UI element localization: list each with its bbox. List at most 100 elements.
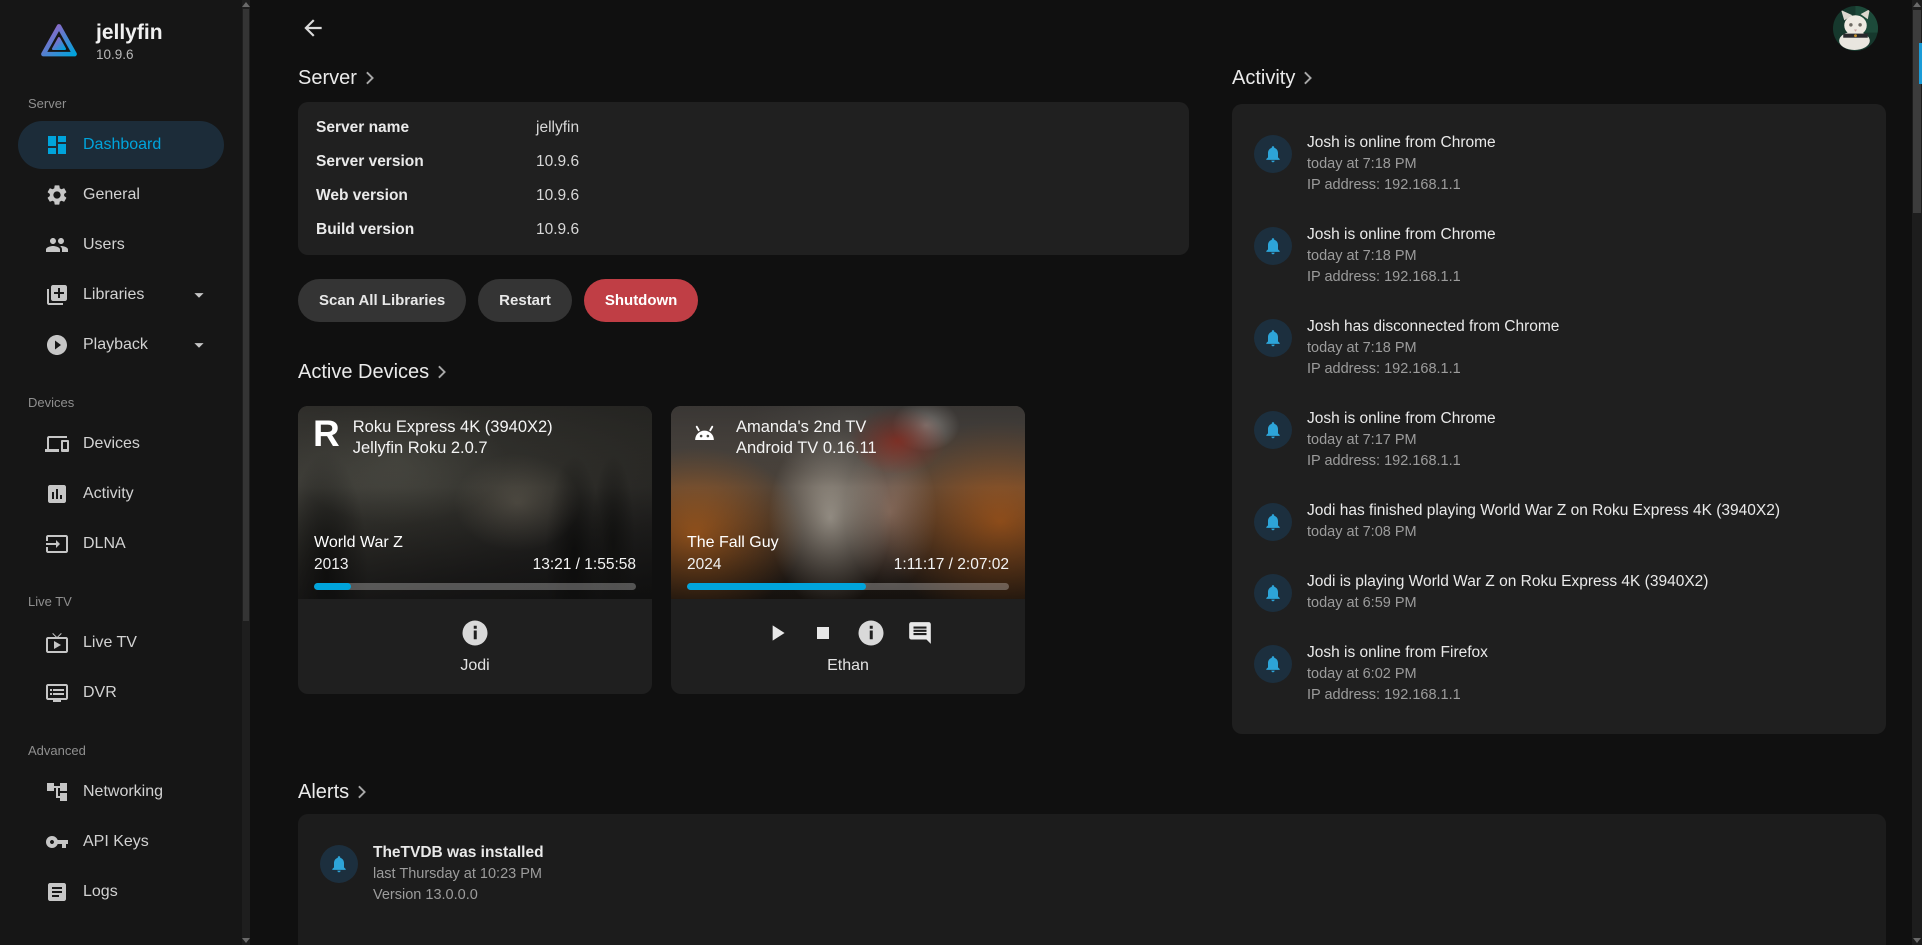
sidebar-item-dlna[interactable]: DLNA xyxy=(18,520,224,568)
sidebar-item-dashboard[interactable]: Dashboard xyxy=(18,121,224,169)
session-user: Ethan xyxy=(827,657,869,675)
sidebar-item-dvr[interactable]: DVR xyxy=(18,669,224,717)
activity-entry[interactable]: Josh is online from Chrome today at 7:18… xyxy=(1232,210,1886,302)
logs-icon xyxy=(45,880,69,904)
alert-entry[interactable]: TheTVDB was installed last Thursday at 1… xyxy=(298,828,1886,920)
activity-ip: IP address: 192.168.1.1 xyxy=(1307,175,1496,196)
activity-heading[interactable]: Activity xyxy=(1232,64,1886,92)
activity-title: Josh is online from Chrome xyxy=(1307,132,1496,154)
message-button[interactable] xyxy=(907,620,933,646)
libraries-icon xyxy=(45,283,69,307)
activity-time: today at 6:59 PM xyxy=(1307,593,1708,614)
sidebar-item-devices[interactable]: Devices xyxy=(18,420,224,468)
dlna-icon xyxy=(45,532,69,556)
sidebar-item-live-tv[interactable]: Live TV xyxy=(18,619,224,667)
playback-progress-fill xyxy=(314,583,351,590)
activity-entry[interactable]: Josh is online from Chrome today at 7:18… xyxy=(1232,118,1886,210)
server-info-row: Web version 10.9.6 xyxy=(316,179,1171,213)
dvr-icon xyxy=(45,681,69,705)
bell-icon xyxy=(1263,420,1283,440)
back-button[interactable] xyxy=(298,13,328,43)
live-tv-icon xyxy=(45,631,69,655)
alerts-card: TheTVDB was installed last Thursday at 1… xyxy=(298,814,1886,945)
bell-icon xyxy=(1263,328,1283,348)
alerts-heading[interactable]: Alerts xyxy=(298,778,1886,806)
sidebar-item-playback[interactable]: Playback xyxy=(18,321,224,369)
activity-ip: IP address: 192.168.1.1 xyxy=(1307,267,1496,288)
activity-entry[interactable]: Josh is online from Firefox today at 6:0… xyxy=(1232,628,1886,720)
activity-time: today at 7:18 PM xyxy=(1307,246,1496,267)
scroll-down-arrow-icon[interactable] xyxy=(1913,938,1921,943)
device-card-android-tv[interactable]: Amanda's 2nd TV Android TV 0.16.11 The F… xyxy=(671,406,1025,694)
client-version: Jellyfin Roku 2.0.7 xyxy=(353,438,553,459)
restart-button[interactable]: Restart xyxy=(478,279,572,322)
playback-time: 13:21 / 1:55:58 xyxy=(533,555,636,574)
alert-entry[interactable]: AniDB was installed xyxy=(298,934,1886,945)
top-bar xyxy=(298,0,1886,56)
dashboard-icon xyxy=(45,133,69,157)
sidebar-item-api-keys[interactable]: API Keys xyxy=(18,818,224,866)
user-avatar[interactable] xyxy=(1833,6,1878,51)
app-logo-row: jellyfin 10.9.6 xyxy=(0,20,242,62)
chevron-down-icon xyxy=(188,284,210,306)
chevron-right-icon xyxy=(437,365,446,379)
server-info-row: Server version 10.9.6 xyxy=(316,145,1171,179)
playback-progress-fill xyxy=(687,583,866,590)
arrow-left-icon xyxy=(300,15,326,41)
activity-entry[interactable]: Josh has disconnected from Chrome today … xyxy=(1232,302,1886,394)
info-button[interactable] xyxy=(460,618,490,648)
scroll-up-arrow-icon[interactable] xyxy=(242,2,250,7)
now-playing-backdrop: R Roku Express 4K (3940X2) Jellyfin Roku… xyxy=(298,406,652,599)
sidebar-item-libraries[interactable]: Libraries xyxy=(18,271,224,319)
sidebar-scrollbar-thumb[interactable] xyxy=(243,9,249,621)
server-info-row: Build version 10.9.6 xyxy=(316,213,1171,247)
window-scrollbar-thumb[interactable] xyxy=(1913,10,1921,213)
server-info-card: Server name jellyfin Server version 10.9… xyxy=(298,102,1189,255)
scroll-down-arrow-icon[interactable] xyxy=(242,938,250,943)
scroll-up-arrow-icon[interactable] xyxy=(1913,2,1921,7)
main-content: Server Server name jellyfin Server versi… xyxy=(250,0,1912,945)
sidebar-item-activity[interactable]: Activity xyxy=(18,470,224,518)
sidebar-scrollbar[interactable] xyxy=(242,0,250,945)
playback-progress-bar xyxy=(687,583,1009,590)
activity-ip: IP address: 192.168.1.1 xyxy=(1307,685,1488,706)
window-scrollbar[interactable] xyxy=(1912,0,1922,945)
sidebar: jellyfin 10.9.6 Server Dashboard General… xyxy=(0,0,242,945)
activity-ip: IP address: 192.168.1.1 xyxy=(1307,451,1496,472)
device-card-roku[interactable]: R Roku Express 4K (3940X2) Jellyfin Roku… xyxy=(298,406,652,694)
stop-button[interactable] xyxy=(811,621,835,645)
play-circle-icon xyxy=(45,333,69,357)
active-devices-heading[interactable]: Active Devices xyxy=(298,358,1189,386)
server-section-heading[interactable]: Server xyxy=(298,64,1189,92)
stop-icon xyxy=(811,621,835,645)
bell-icon xyxy=(1263,144,1283,164)
info-icon xyxy=(460,618,490,648)
shutdown-button[interactable]: Shutdown xyxy=(584,279,698,322)
activity-entry[interactable]: Jodi is playing World War Z on Roku Expr… xyxy=(1232,557,1886,628)
activity-time: today at 7:18 PM xyxy=(1307,338,1559,359)
activity-title: Josh is online from Chrome xyxy=(1307,224,1496,246)
play-button[interactable] xyxy=(764,620,790,646)
jellyfin-logo-icon xyxy=(38,20,80,62)
playback-time: 1:11:17 / 2:07:02 xyxy=(894,555,1009,574)
sidebar-item-users[interactable]: Users xyxy=(18,221,224,269)
activity-title: Jodi is playing World War Z on Roku Expr… xyxy=(1307,571,1708,593)
sidebar-section-devices: Devices xyxy=(0,395,242,410)
scan-all-libraries-button[interactable]: Scan All Libraries xyxy=(298,279,466,322)
bell-icon xyxy=(1263,236,1283,256)
networking-icon xyxy=(45,780,69,804)
playback-progress-bar xyxy=(314,583,636,590)
sidebar-item-logs[interactable]: Logs xyxy=(18,868,224,916)
activity-entry[interactable]: Josh is online from Chrome today at 7:17… xyxy=(1232,394,1886,486)
server-actions: Scan All Libraries Restart Shutdown xyxy=(298,279,1189,322)
app-version: 10.9.6 xyxy=(96,47,163,62)
activity-title: Josh is online from Firefox xyxy=(1307,642,1488,664)
activity-entry[interactable]: Jodi has finished playing World War Z on… xyxy=(1232,486,1886,557)
android-icon xyxy=(686,416,723,450)
info-button[interactable] xyxy=(856,618,886,648)
info-icon xyxy=(856,618,886,648)
sidebar-item-networking[interactable]: Networking xyxy=(18,768,224,816)
sidebar-item-general[interactable]: General xyxy=(18,171,224,219)
chevron-right-icon xyxy=(357,785,366,799)
activity-card: Josh is online from Chrome today at 7:18… xyxy=(1232,104,1886,734)
